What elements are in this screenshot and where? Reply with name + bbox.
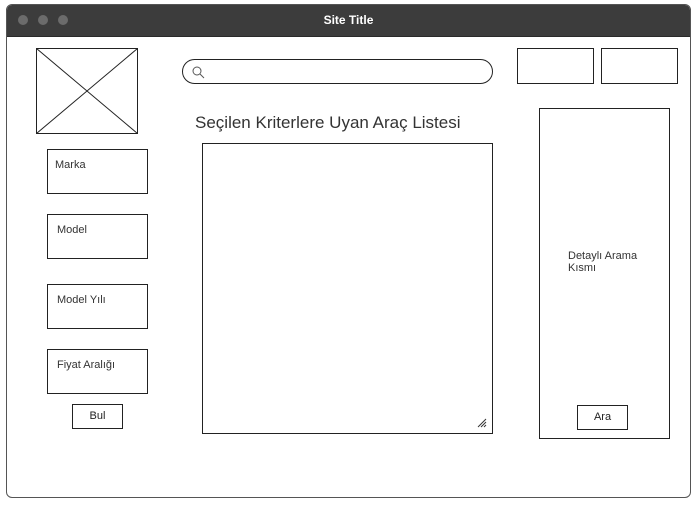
filter-fiyat-araligi-label: Fiyat Aralığı [57,359,116,371]
find-button[interactable]: Bul [72,404,123,429]
results-list-area[interactable] [202,143,493,434]
window-title: Site Title [323,13,374,27]
filter-model-yili-label: Model Yılı [57,294,106,306]
top-right-button-2[interactable] [601,48,678,84]
filter-fiyat-araligi[interactable]: Fiyat Aralığı [47,349,148,394]
page-heading: Seçilen Kriterlere Uyan Araç Listesi [195,113,461,132]
browser-window: Site Title Seçilen Kriterlere Uyan Araç … [6,4,691,498]
search-icon [192,66,205,79]
detailed-search-label: Detaylı Arama Kısmı [568,250,638,274]
filter-marka[interactable]: Marka [47,149,148,194]
filter-model[interactable]: Model [47,214,148,259]
detailed-search-panel: Detaylı Arama Kısmı Ara [539,108,670,439]
logo-image-placeholder [36,48,138,134]
resize-handle-icon[interactable] [477,418,487,428]
search-button[interactable]: Ara [577,405,628,430]
filter-model-yili[interactable]: Model Yılı [47,284,148,329]
top-right-button-1[interactable] [517,48,594,84]
title-bar: Site Title [7,5,690,37]
filter-model-label: Model [57,224,87,236]
search-input[interactable] [182,59,493,84]
filter-marka-label: Marka [55,159,86,171]
